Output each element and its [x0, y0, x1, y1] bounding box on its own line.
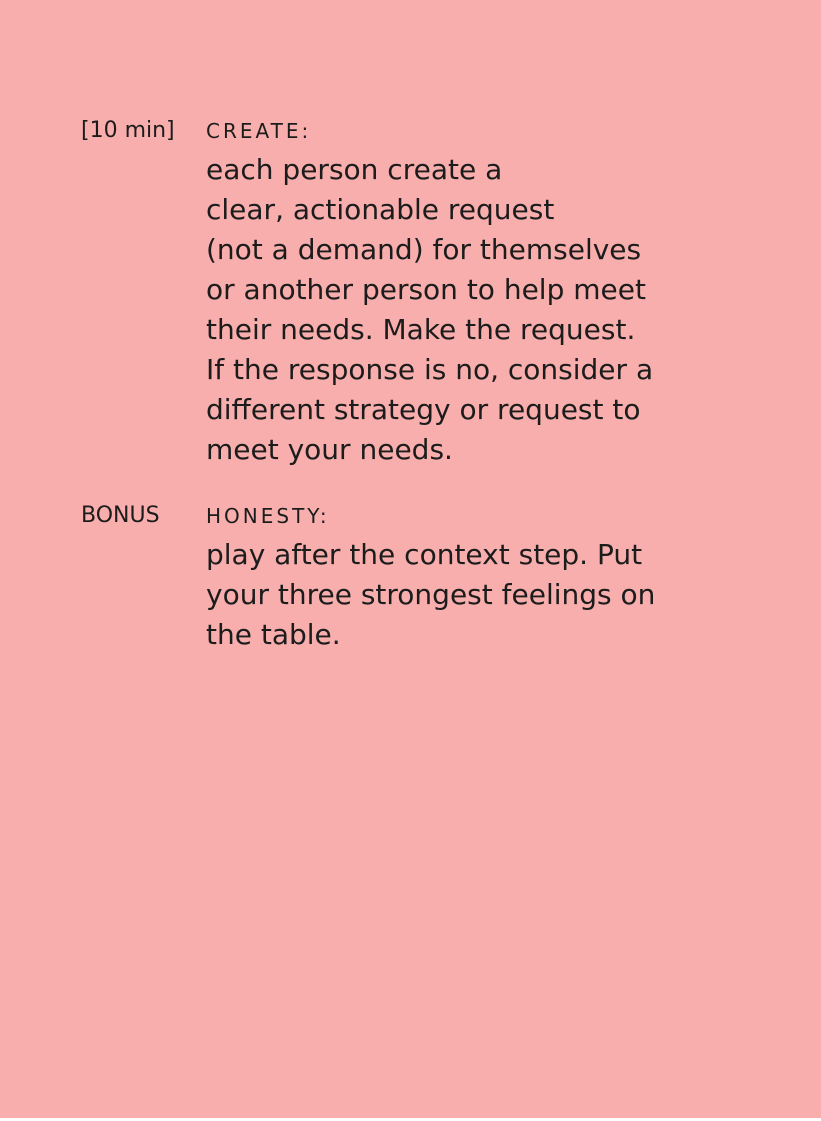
body-line: or another person to help meet [206, 273, 646, 306]
instruction-card: [10 min] CREATE: each person create a cl… [0, 0, 821, 1118]
body-line: different strategy or request to [206, 393, 641, 426]
bonus-content: HONESTY: play after the context step. Pu… [206, 503, 796, 655]
body-line: the table. [206, 618, 341, 651]
honesty-body: play after the context step. Put your th… [206, 535, 796, 655]
body-line: your three strongest feelings on [206, 578, 656, 611]
create-heading: CREATE: [206, 119, 312, 143]
body-line: (not a demand) for themselves [206, 233, 642, 266]
time-label: [10 min] [81, 118, 175, 143]
body-line: their needs. Make the request. [206, 313, 636, 346]
create-body: each person create a clear, actionable r… [206, 150, 796, 470]
bonus-label: BONUS [81, 503, 160, 528]
body-line: clear, actionable request [206, 193, 555, 226]
honesty-heading: HONESTY: [206, 504, 330, 528]
body-line: meet your needs. [206, 433, 453, 466]
body-line: If the response is no, consider a [206, 353, 654, 386]
body-line: each person create a [206, 153, 503, 186]
body-line: play after the context step. Put [206, 538, 643, 571]
create-content: CREATE: each person create a clear, acti… [206, 118, 796, 470]
